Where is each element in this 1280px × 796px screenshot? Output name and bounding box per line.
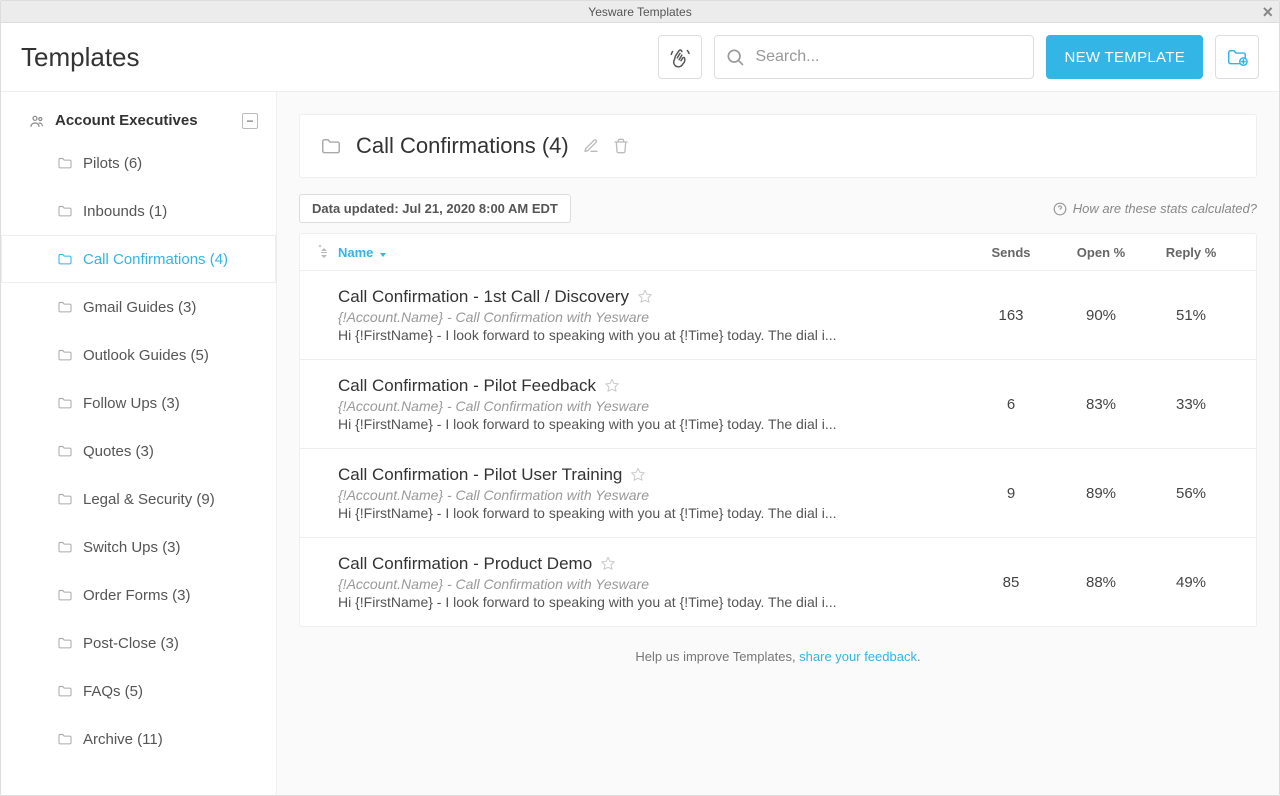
data-updated-pill: Data updated: Jul 21, 2020 8:00 AM EDT <box>299 194 571 223</box>
folder-icon <box>320 136 342 156</box>
team-name: Account Executives <box>55 112 198 129</box>
template-sends: 6 <box>966 396 1056 413</box>
col-name[interactable]: Name <box>338 245 966 260</box>
sidebar-folder-item[interactable]: Legal & Security (9) <box>1 475 276 523</box>
folder-plus-icon <box>1226 47 1248 67</box>
folder-label: Archive (11) <box>83 731 163 748</box>
help-icon <box>1053 202 1067 216</box>
star-icon[interactable] <box>630 467 646 483</box>
folder-label: Outlook Guides (5) <box>83 347 209 364</box>
template-row[interactable]: Call Confirmation - 1st Call / Discovery… <box>300 271 1256 360</box>
app-window: Yesware Templates × Templates NEW TEMPLA… <box>0 0 1280 796</box>
col-reply[interactable]: Reply % <box>1146 245 1236 260</box>
table-header: Name Sends Open % Reply % <box>300 234 1256 271</box>
new-folder-button[interactable] <box>1215 35 1259 79</box>
template-preview: Hi {!FirstName} - I look forward to spea… <box>338 416 966 432</box>
sidebar-folder-item[interactable]: Post-Close (3) <box>1 619 276 667</box>
col-open[interactable]: Open % <box>1056 245 1146 260</box>
sidebar-folder-item[interactable]: Switch Ups (3) <box>1 523 276 571</box>
template-subject: {!Account.Name} - Call Confirmation with… <box>338 309 966 325</box>
template-row[interactable]: Call Confirmation - Product Demo {!Accoun… <box>300 538 1256 626</box>
folder-label: Quotes (3) <box>83 443 154 460</box>
template-preview: Hi {!FirstName} - I look forward to spea… <box>338 505 966 521</box>
template-table: Name Sends Open % Reply % Call Confirmat… <box>299 233 1257 627</box>
template-subject: {!Account.Name} - Call Confirmation with… <box>338 487 966 503</box>
wave-icon <box>669 46 691 68</box>
star-icon[interactable] <box>604 378 620 394</box>
sidebar-folder-item[interactable]: Pilots (6) <box>1 139 276 187</box>
template-preview: Hi {!FirstName} - I look forward to spea… <box>338 327 966 343</box>
template-name: Call Confirmation - 1st Call / Discovery <box>338 287 629 307</box>
feedback-link[interactable]: share your feedback <box>799 649 917 664</box>
folder-label: Call Confirmations (4) <box>83 251 228 268</box>
col-sends[interactable]: Sends <box>966 245 1056 260</box>
folder-label: Pilots (6) <box>83 155 142 172</box>
titlebar: Yesware Templates × <box>1 1 1279 23</box>
page-title: Templates <box>21 42 646 73</box>
sidebar-folder-item[interactable]: Archive (11) <box>1 715 276 763</box>
folder-label: Order Forms (3) <box>83 587 191 604</box>
sidebar-folder-item[interactable]: Outlook Guides (5) <box>1 331 276 379</box>
folder-label: Follow Ups (3) <box>83 395 180 412</box>
window-title: Yesware Templates <box>588 5 691 19</box>
template-reply: 49% <box>1146 574 1236 591</box>
template-name: Call Confirmation - Product Demo <box>338 554 592 574</box>
folder-label: FAQs (5) <box>83 683 143 700</box>
sidebar: Account Executives − Pilots (6) Inbounds … <box>1 92 277 795</box>
folder-label: Gmail Guides (3) <box>83 299 196 316</box>
sidebar-folder-item[interactable]: FAQs (5) <box>1 667 276 715</box>
template-row[interactable]: Call Confirmation - Pilot Feedback {!Acco… <box>300 360 1256 449</box>
template-name: Call Confirmation - Pilot User Training <box>338 465 622 485</box>
sidebar-folder-item[interactable]: Order Forms (3) <box>1 571 276 619</box>
sidebar-folder-item[interactable]: Gmail Guides (3) <box>1 283 276 331</box>
sidebar-folder-item[interactable]: Call Confirmations (4) <box>1 235 276 283</box>
folder-label: Inbounds (1) <box>83 203 167 220</box>
star-icon[interactable] <box>637 289 653 305</box>
template-open: 90% <box>1056 307 1146 324</box>
sidebar-folder-item[interactable]: Inbounds (1) <box>1 187 276 235</box>
template-row[interactable]: Call Confirmation - Pilot User Training {… <box>300 449 1256 538</box>
main-panel: Call Confirmations (4) Data updated: Jul… <box>277 92 1279 795</box>
wave-button[interactable] <box>658 35 702 79</box>
footer-note: Help us improve Templates, share your fe… <box>299 649 1257 664</box>
folder-label: Legal & Security (9) <box>83 491 215 508</box>
current-folder-title: Call Confirmations (4) <box>356 133 569 159</box>
sort-handle-icon[interactable] <box>310 244 338 260</box>
template-reply: 33% <box>1146 396 1236 413</box>
content: Account Executives − Pilots (6) Inbounds … <box>1 92 1279 795</box>
edit-icon[interactable] <box>583 138 599 154</box>
stats-help-link[interactable]: How are these stats calculated? <box>1053 201 1257 216</box>
template-open: 88% <box>1056 574 1146 591</box>
sidebar-folder-item[interactable]: Quotes (3) <box>1 427 276 475</box>
search-input[interactable] <box>753 47 1023 67</box>
search-field[interactable] <box>714 35 1034 79</box>
template-open: 83% <box>1056 396 1146 413</box>
star-icon[interactable] <box>600 556 616 572</box>
topbar: Templates NEW TEMPLATE <box>1 23 1279 92</box>
sidebar-folder-item[interactable]: Follow Ups (3) <box>1 379 276 427</box>
template-reply: 56% <box>1146 485 1236 502</box>
sort-asc-icon <box>379 247 387 257</box>
team-header[interactable]: Account Executives − <box>1 106 276 139</box>
template-subject: {!Account.Name} - Call Confirmation with… <box>338 398 966 414</box>
template-reply: 51% <box>1146 307 1236 324</box>
folder-label: Post-Close (3) <box>83 635 179 652</box>
template-sends: 85 <box>966 574 1056 591</box>
search-icon <box>725 47 745 67</box>
new-template-button[interactable]: NEW TEMPLATE <box>1046 35 1203 79</box>
meta-row: Data updated: Jul 21, 2020 8:00 AM EDT H… <box>299 194 1257 223</box>
collapse-icon[interactable]: − <box>242 113 258 129</box>
folder-header-panel: Call Confirmations (4) <box>299 114 1257 178</box>
close-icon[interactable]: × <box>1262 1 1273 23</box>
template-preview: Hi {!FirstName} - I look forward to spea… <box>338 594 966 610</box>
team-icon <box>29 114 45 128</box>
template-subject: {!Account.Name} - Call Confirmation with… <box>338 576 966 592</box>
template-sends: 9 <box>966 485 1056 502</box>
trash-icon[interactable] <box>613 138 629 154</box>
folder-label: Switch Ups (3) <box>83 539 181 556</box>
template-name: Call Confirmation - Pilot Feedback <box>338 376 596 396</box>
template-sends: 163 <box>966 307 1056 324</box>
template-open: 89% <box>1056 485 1146 502</box>
